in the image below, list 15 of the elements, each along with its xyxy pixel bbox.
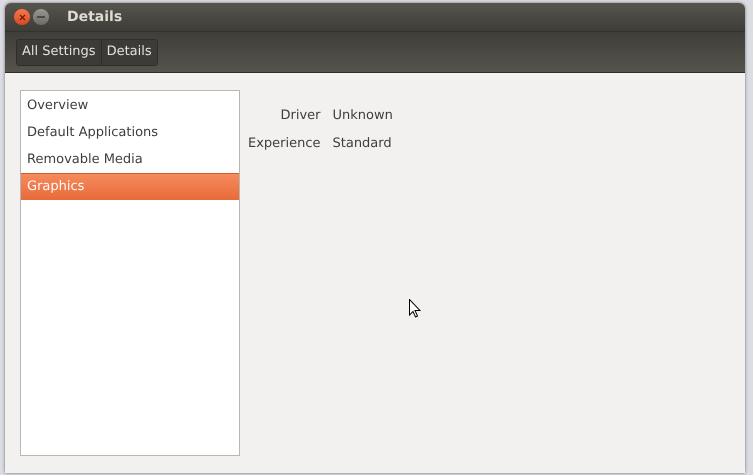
close-icon [18, 14, 26, 20]
mouse-cursor-icon [409, 299, 421, 318]
sidebar-item[interactable]: Default Applications [21, 119, 239, 146]
detail-label: Experience [248, 134, 320, 152]
minimize-button[interactable] [33, 9, 49, 25]
sidebar-item[interactable]: Removable Media [21, 146, 239, 173]
detail-value: Standard [332, 134, 393, 152]
detail-label: Driver [279, 107, 320, 125]
minimize-icon [37, 16, 45, 18]
window-title: Details [67, 8, 122, 26]
sidebar-item[interactable]: Overview [21, 92, 239, 119]
breadcrumb-button[interactable]: All Settings [17, 40, 101, 64]
close-button[interactable] [14, 9, 30, 25]
detail-value: Unknown [332, 107, 393, 125]
breadcrumb-button[interactable]: Details [100, 40, 157, 64]
